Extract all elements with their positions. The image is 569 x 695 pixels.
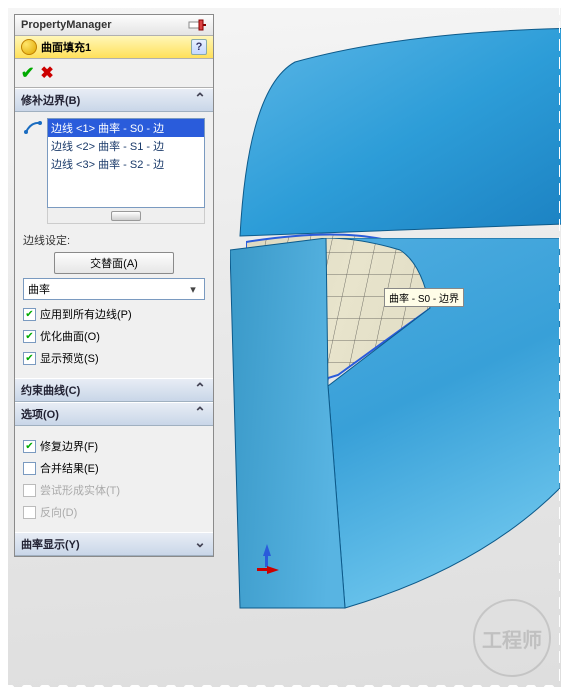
group-patch-header[interactable]: 修补边界(B) bbox=[15, 88, 213, 112]
property-manager-panel: PropertyManager 曲面填充1 ? ✔ ✖ 修补边界(B) bbox=[14, 14, 214, 557]
edge-settings-label: 边线设定: bbox=[23, 232, 205, 248]
ok-button[interactable]: ✔ bbox=[21, 63, 34, 83]
view-triad[interactable] bbox=[253, 550, 277, 574]
continuity-value: 曲率 bbox=[28, 281, 186, 297]
group-patch-body: 边线 <1> 曲率 - S0 - 边 边线 <2> 曲率 - S1 - 边 边线… bbox=[15, 112, 213, 378]
fill-surface-icon bbox=[21, 39, 37, 55]
reverse-checkbox bbox=[23, 506, 36, 519]
pm-title: PropertyManager bbox=[21, 19, 183, 31]
chevron-up-icon bbox=[193, 407, 207, 421]
merge-result-checkbox[interactable] bbox=[23, 462, 36, 475]
fix-boundary-label: 修复边界(F) bbox=[40, 438, 98, 454]
watermark: 工程师 bbox=[473, 599, 551, 677]
feature-name: 曲面填充1 bbox=[41, 39, 187, 55]
list-item[interactable]: 边线 <3> 曲率 - S2 - 边 bbox=[48, 155, 204, 173]
merge-result-label: 合并结果(E) bbox=[40, 460, 99, 476]
try-solid-label: 尝试形成实体(T) bbox=[40, 482, 120, 498]
ok-cancel-bar: ✔ ✖ bbox=[15, 59, 213, 88]
group-options-title: 选项(O) bbox=[21, 406, 193, 422]
edge-select-icon bbox=[23, 118, 43, 138]
list-item[interactable]: 边线 <1> 曲率 - S0 - 边 bbox=[48, 119, 204, 137]
list-item[interactable]: 边线 <2> 曲率 - S1 - 边 bbox=[48, 137, 204, 155]
edge-tooltip: 曲率 - S0 - 边界 bbox=[384, 288, 464, 307]
pm-header: PropertyManager bbox=[15, 15, 213, 36]
apply-all-checkbox[interactable]: ✔ bbox=[23, 308, 36, 321]
help-button[interactable]: ? bbox=[191, 39, 207, 55]
continuity-select[interactable]: 曲率 ▾ bbox=[23, 278, 205, 300]
alternate-face-button[interactable]: 交替面(A) bbox=[54, 252, 174, 274]
graphics-viewport[interactable]: 曲率 - S0 - 边界 工程师 PropertyManager 曲面填充1 ?… bbox=[8, 8, 561, 687]
optimize-checkbox[interactable]: ✔ bbox=[23, 330, 36, 343]
list-scrollbar[interactable] bbox=[47, 208, 205, 224]
chevron-up-icon bbox=[193, 383, 207, 397]
chevron-down-icon bbox=[193, 537, 207, 551]
group-constraint-header[interactable]: 约束曲线(C) bbox=[15, 378, 213, 402]
group-patch-title: 修补边界(B) bbox=[21, 92, 193, 108]
preview-label: 显示预览(S) bbox=[40, 350, 99, 366]
apply-all-label: 应用到所有边线(P) bbox=[40, 306, 132, 322]
group-options-body: ✔ 修复边界(F) 合并结果(E) 尝试形成实体(T) 反向(D) bbox=[15, 426, 213, 532]
try-solid-checkbox bbox=[23, 484, 36, 497]
cancel-button[interactable]: ✖ bbox=[40, 63, 53, 83]
group-options-header[interactable]: 选项(O) bbox=[15, 402, 213, 426]
chevron-up-icon bbox=[193, 93, 207, 107]
optimize-label: 优化曲面(O) bbox=[40, 328, 100, 344]
fix-boundary-checkbox[interactable]: ✔ bbox=[23, 440, 36, 453]
pin-icon[interactable] bbox=[187, 18, 207, 32]
group-curvature-title: 曲率显示(Y) bbox=[21, 536, 193, 552]
preview-checkbox[interactable]: ✔ bbox=[23, 352, 36, 365]
edge-selection-list[interactable]: 边线 <1> 曲率 - S0 - 边 边线 <2> 曲率 - S1 - 边 边线… bbox=[47, 118, 205, 208]
reverse-label: 反向(D) bbox=[40, 504, 77, 520]
group-curvature-header[interactable]: 曲率显示(Y) bbox=[15, 532, 213, 556]
dropdown-arrow-icon: ▾ bbox=[186, 283, 200, 296]
group-constraint-title: 约束曲线(C) bbox=[21, 382, 193, 398]
feature-title-bar: 曲面填充1 ? bbox=[15, 36, 213, 59]
